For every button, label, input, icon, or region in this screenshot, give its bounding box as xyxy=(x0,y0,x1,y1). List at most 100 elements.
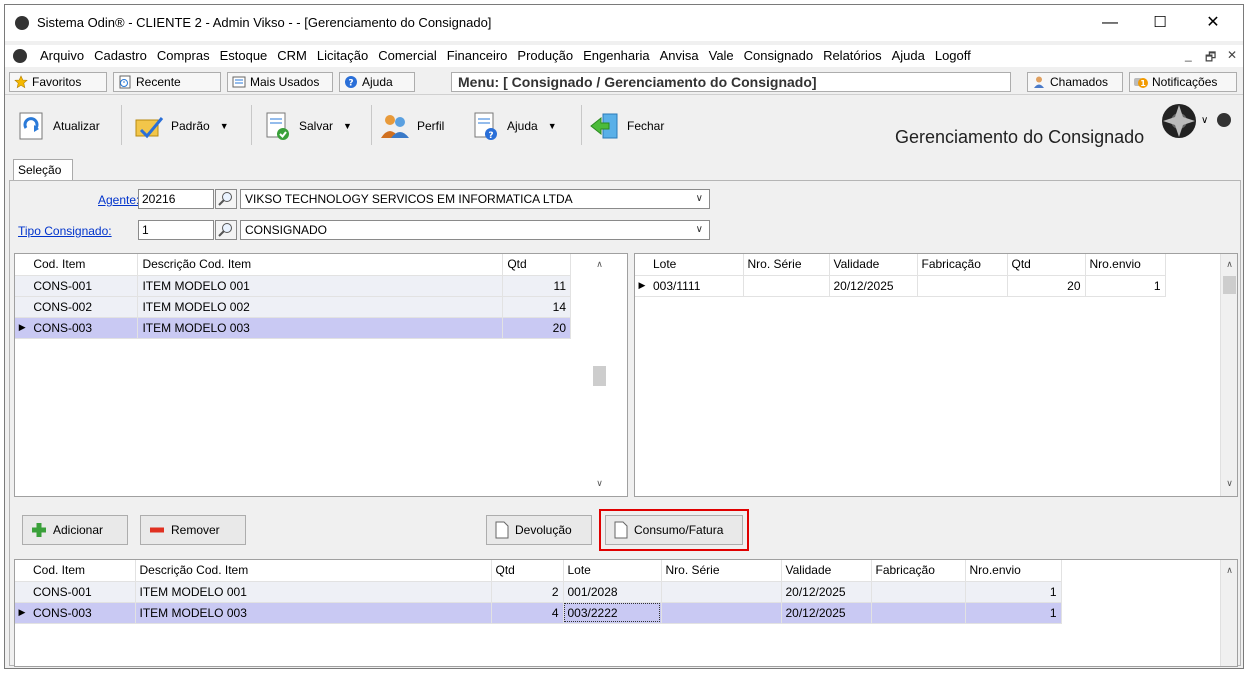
scroll-up-icon[interactable]: ∧ xyxy=(1221,562,1237,579)
scroll-thumb[interactable] xyxy=(593,366,606,386)
salvar-dropdown-icon[interactable]: ▼ xyxy=(343,121,352,131)
tipo-name-select[interactable]: CONSIGNADO ∨ xyxy=(240,220,710,240)
menu-item-estoque[interactable]: Estoque xyxy=(215,48,273,63)
scroll-thumb[interactable] xyxy=(1223,276,1236,294)
menu-item-ajuda[interactable]: Ajuda xyxy=(887,48,930,63)
items-scrollbar[interactable]: ∧ ∨ xyxy=(591,254,611,496)
agente-label[interactable]: Agente: xyxy=(98,193,139,207)
col-nro-serie[interactable]: Nro. Série xyxy=(661,560,782,582)
menu-item-cadastro[interactable]: Cadastro xyxy=(89,48,152,63)
selected-scrollbar[interactable]: ∧ xyxy=(1220,560,1237,666)
tab-selecao[interactable]: Seleção xyxy=(13,159,73,181)
cell-lote-editing[interactable]: 003/2222 xyxy=(563,602,662,624)
notificacoes-label: Notificações xyxy=(1152,75,1218,89)
mdi-close-button[interactable]: ✕ xyxy=(1227,48,1237,62)
mdi-restore-button[interactable]: 🗗 xyxy=(1205,48,1216,69)
menu-item-producao[interactable]: Produção xyxy=(512,48,578,63)
padrao-button[interactable]: Padrão ▼ xyxy=(133,105,229,147)
salvar-button[interactable]: Salvar ▼ xyxy=(261,105,352,147)
menu-item-vale[interactable]: Vale xyxy=(704,48,739,63)
col-qtd[interactable]: Qtd xyxy=(502,254,571,276)
menu-item-crm[interactable]: CRM xyxy=(272,48,312,63)
fechar-button[interactable]: Fechar xyxy=(589,105,664,147)
avatar-chevron-icon[interactable]: ∨ xyxy=(1201,115,1208,126)
scroll-down-icon[interactable]: ∨ xyxy=(591,475,608,492)
svg-text:?: ? xyxy=(488,131,493,141)
padrao-dropdown-icon[interactable]: ▼ xyxy=(220,121,229,131)
favoritos-button[interactable]: Favoritos xyxy=(9,72,107,92)
maximize-button[interactable]: ☐ xyxy=(1140,11,1180,35)
table-row[interactable]: CONS-001 ITEM MODELO 001 2 001/2028 20/1… xyxy=(15,581,1062,603)
save-icon xyxy=(266,112,289,140)
col-validade[interactable]: Validade xyxy=(781,560,872,582)
chamados-button[interactable]: Chamados xyxy=(1027,72,1123,92)
ajuda-dropdown-icon[interactable]: ▼ xyxy=(548,121,557,131)
menu-item-arquivo[interactable]: Arquivo xyxy=(35,48,89,63)
col-validade[interactable]: Validade xyxy=(829,254,918,276)
adicionar-button[interactable]: Adicionar xyxy=(22,515,128,545)
menu-item-comercial[interactable]: Comercial xyxy=(373,48,442,63)
app-menu-icon[interactable] xyxy=(13,49,27,63)
agente-name-select[interactable]: VIKSO TECHNOLOGY SERVICOS EM INFORMATICA… xyxy=(240,189,710,209)
col-cod-item[interactable]: Cod. Item xyxy=(29,560,136,582)
ajuda-quick-button[interactable]: ? Ajuda xyxy=(339,72,415,92)
col-cod-item[interactable]: Cod. Item xyxy=(29,254,139,276)
lots-scrollbar[interactable]: ∧ ∨ xyxy=(1220,254,1237,496)
clock-icon xyxy=(119,75,131,89)
table-row[interactable]: CONS-002 ITEM MODELO 002 14 xyxy=(15,296,571,318)
table-row[interactable]: CONS-001 ITEM MODELO 001 11 xyxy=(15,275,571,297)
menu-item-relatorios[interactable]: Relatórios xyxy=(818,48,887,63)
col-lote[interactable]: Lote xyxy=(563,560,662,582)
cell-lote: 003/1111 xyxy=(649,275,744,297)
users-icon xyxy=(381,115,409,138)
col-descricao[interactable]: Descrição Cod. Item xyxy=(137,254,504,276)
recente-button[interactable]: Recente xyxy=(113,72,221,92)
close-button[interactable]: ✕ xyxy=(1193,11,1233,35)
atualizar-button[interactable]: Atualizar xyxy=(15,105,100,147)
menu-item-consignado[interactable]: Consignado xyxy=(739,48,818,63)
selected-items-grid[interactable]: Cod. Item Descrição Cod. Item Qtd Lote N… xyxy=(14,559,1238,667)
devolucao-button[interactable]: Devolução xyxy=(486,515,592,545)
minimize-button[interactable]: — xyxy=(1090,11,1130,35)
perfil-button[interactable]: Perfil xyxy=(379,105,444,147)
search-icon xyxy=(218,192,232,206)
menu-item-compras[interactable]: Compras xyxy=(152,48,215,63)
table-row-selected[interactable]: ▶ 003/1111 20/12/2025 20 1 xyxy=(635,275,1166,297)
menu-item-licitacao[interactable]: Licitação xyxy=(312,48,373,63)
menu-item-engenharia[interactable]: Engenharia xyxy=(578,48,655,63)
tipo-lookup-button[interactable] xyxy=(215,220,237,240)
tipo-consignado-label[interactable]: Tipo Consignado: xyxy=(18,224,112,238)
agente-code-field[interactable]: 20216 xyxy=(138,189,214,209)
col-nro-serie[interactable]: Nro. Série xyxy=(743,254,830,276)
col-lote[interactable]: Lote xyxy=(649,254,744,276)
menu-item-anvisa[interactable]: Anvisa xyxy=(655,48,704,63)
col-nro-envio[interactable]: Nro.envio xyxy=(965,560,1062,582)
scroll-down-icon[interactable]: ∨ xyxy=(1221,475,1237,492)
col-fabricacao[interactable]: Fabricação xyxy=(917,254,1008,276)
table-row-selected[interactable]: ▶ CONS-003 ITEM MODELO 003 20 xyxy=(15,317,571,339)
table-row-selected[interactable]: ▶ CONS-003 ITEM MODELO 003 4 003/2222 20… xyxy=(15,602,1062,624)
menu-item-financeiro[interactable]: Financeiro xyxy=(442,48,513,63)
menu-item-logoff[interactable]: Logoff xyxy=(930,48,976,63)
padrao-label: Padrão xyxy=(171,119,210,133)
agente-lookup-button[interactable] xyxy=(215,189,237,209)
col-nro-envio[interactable]: Nro.envio xyxy=(1085,254,1166,276)
ajuda-button[interactable]: ? Ajuda ▼ xyxy=(469,105,557,147)
notificacoes-button[interactable]: 1 Notificações xyxy=(1129,72,1237,92)
remover-label: Remover xyxy=(171,523,220,537)
mdi-minimize-button[interactable]: _ xyxy=(1185,48,1192,62)
col-descricao[interactable]: Descrição Cod. Item xyxy=(135,560,492,582)
user-avatar-icon[interactable] xyxy=(1161,103,1197,139)
items-grid[interactable]: Cod. Item Descrição Cod. Item Qtd CONS-0… xyxy=(14,253,628,497)
svg-text:?: ? xyxy=(348,79,353,89)
scroll-up-icon[interactable]: ∧ xyxy=(591,256,608,273)
refresh-icon xyxy=(19,112,43,140)
col-fabricacao[interactable]: Fabricação xyxy=(871,560,966,582)
scroll-up-icon[interactable]: ∧ xyxy=(1221,256,1237,273)
mais-usados-button[interactable]: Mais Usados xyxy=(227,72,333,92)
tipo-code-field[interactable]: 1 xyxy=(138,220,214,240)
col-qtd[interactable]: Qtd xyxy=(1007,254,1086,276)
col-qtd[interactable]: Qtd xyxy=(491,560,564,582)
remover-button[interactable]: Remover xyxy=(140,515,246,545)
lots-grid[interactable]: Lote Nro. Série Validade Fabricação Qtd … xyxy=(634,253,1238,497)
